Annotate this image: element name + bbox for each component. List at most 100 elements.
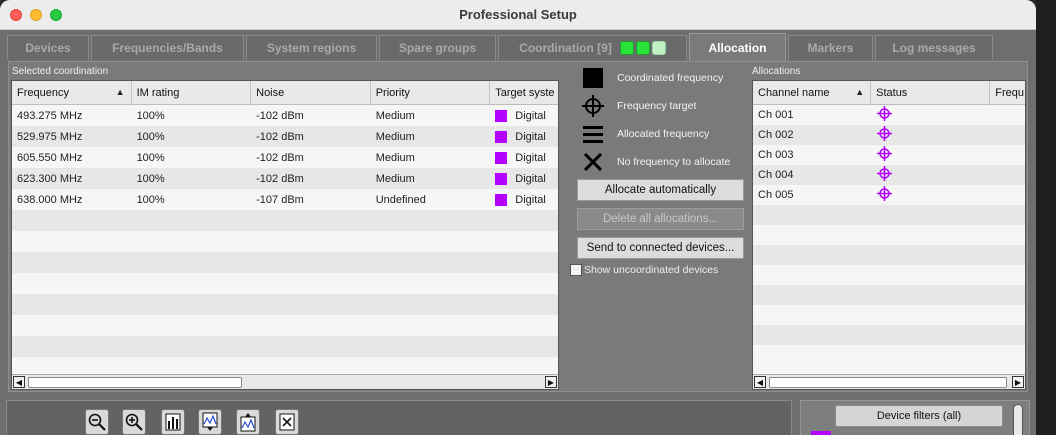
column-header-noise[interactable]: Noise [251,81,371,105]
vertical-scrollbar[interactable] [1013,404,1023,435]
cell-channel: Ch 004 [758,169,794,181]
table-row[interactable] [753,245,1025,265]
table-row[interactable]: 638.000 MHz 100% -107 dBm Undefined Digital [12,189,558,210]
table-row[interactable] [12,273,558,294]
tab-spare-groups[interactable]: Spare groups [379,35,496,60]
legend-label: No frequency to allocate [617,156,731,168]
allocations-table: Channel name ▲ Status Frequ Ch 001 Ch 002… [752,80,1026,390]
tab-frequencies-bands[interactable]: Frequencies/Bands [91,35,244,60]
table-row[interactable] [753,305,1025,325]
column-header-target-system[interactable]: Target syste [490,81,558,105]
horizontal-scrollbar[interactable]: ◀ ▶ [753,374,1025,389]
zoom-in-icon[interactable] [122,409,146,435]
table-body: Ch 001 Ch 002 Ch 003 Ch 004 Ch 005 [753,105,1025,365]
table-row[interactable]: 529.975 MHz 100% -102 dBm Medium Digital [12,126,558,147]
checkbox-box[interactable] [570,264,582,276]
scrollbar-thumb[interactable] [28,377,242,388]
table-row[interactable]: Ch 005 [753,185,1025,205]
tab-log-messages[interactable]: Log messages [875,35,993,60]
cell-text: 638.000 MHz [17,193,83,206]
allocate-automatically-button[interactable]: Allocate automatically [577,179,744,201]
device-filters-button[interactable]: Device filters (all) [835,405,1003,427]
scroll-left-icon[interactable]: ◀ [13,376,25,388]
cell-status [872,125,992,145]
cell-text: 100% [136,130,165,143]
cell-target: Digital [490,126,558,147]
column-header-channel-name[interactable]: Channel name ▲ [753,81,872,105]
table-row[interactable] [753,265,1025,285]
table-row[interactable] [753,205,1025,225]
table-row[interactable] [12,336,558,357]
table-row[interactable] [753,285,1025,305]
cell-text: Digital [515,109,546,122]
table-row[interactable]: Ch 002 [753,125,1025,145]
table-row[interactable] [12,315,558,336]
column-label: Frequency [17,87,69,99]
cell-text: -102 dBm [256,151,304,164]
delete-all-allocations-button[interactable]: Delete all allocations... [577,208,744,230]
send-to-devices-button[interactable]: Send to connected devices... [577,237,744,259]
table-row[interactable] [12,252,558,273]
cell-text: 623.300 MHz [17,172,83,185]
coordinated-frequency-icon [581,66,605,90]
table-row[interactable]: Ch 003 [753,145,1025,165]
cell-priority: Medium [371,105,491,126]
show-uncoordinated-checkbox[interactable]: Show uncoordinated devices [570,264,718,276]
table-row[interactable] [753,225,1025,245]
bar-chart-icon[interactable] [161,409,185,435]
tab-devices[interactable]: Devices [7,35,89,60]
cell-text: 100% [136,193,165,206]
clear-icon[interactable] [275,409,299,435]
tab-system-regions[interactable]: System regions [246,35,377,60]
status-square [651,41,666,55]
table-row[interactable]: 623.300 MHz 100% -102 dBm Medium Digital [12,168,558,189]
frequency-target-icon [877,146,892,164]
column-header-priority[interactable]: Priority [371,81,491,105]
target-color-swatch [495,172,508,185]
zoom-out-icon[interactable] [85,409,109,435]
table-row[interactable] [12,294,558,315]
target-color-swatch [495,193,508,206]
window-title: Professional Setup [459,7,577,22]
tab-allocation[interactable]: Allocation [689,33,786,61]
cell-im: 100% [132,147,252,168]
table-row[interactable] [12,210,558,231]
frequency-target-icon [877,186,892,204]
column-header-im-rating[interactable]: IM rating [132,81,252,105]
cell-status [872,105,992,125]
scroll-right-icon[interactable]: ▶ [545,376,557,388]
cell-frequency: 638.000 MHz [12,189,132,210]
spectrum-down-icon[interactable] [198,409,222,435]
column-header-frequency[interactable]: Frequ [990,81,1025,105]
scrollbar-thumb[interactable] [769,377,1007,388]
column-header-frequency[interactable]: Frequency ▲ [12,81,132,105]
table-row[interactable]: Ch 004 [753,165,1025,185]
scroll-left-icon[interactable]: ◀ [754,376,766,388]
allocation-panel: Selected coordination Frequency ▲ IM rat… [8,61,1028,392]
scroll-right-icon[interactable]: ▶ [1012,376,1024,388]
cell-text: Medium [375,109,415,122]
legend-label: Allocated frequency [617,128,710,140]
table-row[interactable] [753,345,1025,365]
table-row[interactable] [12,231,558,252]
table-row[interactable]: Ch 001 [753,105,1025,125]
checkbox-label: Show uncoordinated devices [584,264,719,276]
frequency-target-icon [877,106,892,124]
cell-text: Medium [375,172,415,185]
cell-text: 605.550 MHz [17,151,83,164]
cell-text: 100% [136,151,165,164]
tab-label: Allocation [708,40,767,55]
tab-coordination[interactable]: Coordination [9] [498,35,687,60]
table-row[interactable]: 605.550 MHz 100% -102 dBm Medium Digital [12,147,558,168]
cell-text: -102 dBm [256,109,304,122]
tab-label: Devices [25,41,71,55]
table-row[interactable]: 493.275 MHz 100% -102 dBm Medium Digital [12,105,558,126]
cell-frequency: 623.300 MHz [12,168,132,189]
horizontal-scrollbar[interactable]: ◀ ▶ [12,374,558,389]
frequency-target-icon [581,94,605,118]
spectrum-up-icon[interactable] [236,409,260,435]
column-header-status[interactable]: Status [871,81,991,105]
filter-color-swatch [811,431,831,435]
tab-markers[interactable]: Markers [788,35,873,60]
table-row[interactable] [753,325,1025,345]
